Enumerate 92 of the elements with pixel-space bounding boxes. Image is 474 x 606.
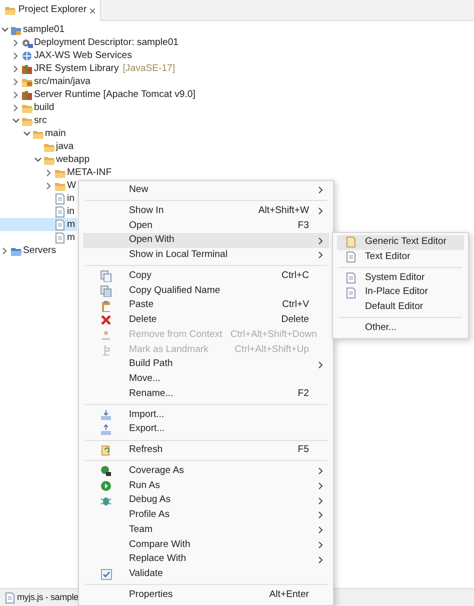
- menu-item[interactable]: Move...: [83, 372, 329, 387]
- menu-item[interactable]: New: [83, 183, 329, 198]
- tree-item[interactable]: build: [0, 101, 56, 114]
- menu-item[interactable]: Compare With: [83, 538, 329, 552]
- tree-item[interactable]: Server Runtime [Apache Tomcat v9.0]: [0, 88, 198, 101]
- tree-item[interactable]: java: [0, 140, 76, 153]
- checkbox-icon: [100, 568, 112, 580]
- import-icon: [100, 408, 112, 421]
- tree-item[interactable]: Servers: [0, 244, 58, 257]
- shortcut-text: F2: [298, 386, 309, 401]
- tree-item[interactable]: in: [0, 205, 76, 218]
- menu-item[interactable]: In-Place Editor: [337, 285, 464, 300]
- menu-item[interactable]: Text Editor: [337, 250, 464, 264]
- delete-icon: [100, 314, 112, 326]
- file-icon: [345, 251, 357, 264]
- tree-item[interactable]: sample01: [0, 23, 67, 36]
- books-icon: [21, 88, 33, 100]
- clipboard-icon: [100, 300, 112, 312]
- collapse-icon: [34, 156, 42, 162]
- copy-icon: [100, 270, 112, 282]
- bug-icon: [100, 494, 112, 507]
- menu-item[interactable]: Refresh F5: [83, 443, 329, 458]
- tree-item[interactable]: JAX-WS Web Services: [0, 49, 134, 62]
- file-icon: [54, 218, 66, 230]
- menu-item[interactable]: Copy Ctrl+C: [83, 268, 329, 284]
- menu-item[interactable]: Default Editor: [337, 300, 464, 315]
- remove-icon: [100, 329, 112, 342]
- tree-item[interactable]: m: [0, 218, 77, 231]
- menu-item[interactable]: Import...: [83, 408, 329, 422]
- menu-item[interactable]: Open With: [83, 233, 329, 248]
- menu-item[interactable]: Show in Local Terminal: [83, 248, 329, 263]
- menu-item[interactable]: Replace With: [83, 552, 329, 567]
- copy-icon: [100, 284, 112, 297]
- export-icon: [100, 424, 112, 436]
- run-icon: [100, 480, 112, 492]
- tree-item[interactable]: src/main/java: [0, 75, 93, 88]
- menu-item[interactable]: Coverage As: [83, 464, 329, 478]
- tree-item[interactable]: m: [0, 231, 77, 244]
- globe-icon: [21, 50, 33, 62]
- close-button[interactable]: ×: [89, 2, 96, 20]
- status-text: myjs.js - sample: [17, 591, 78, 604]
- file-icon: [345, 286, 357, 299]
- shortcut-text: Alt+Shift+W: [258, 204, 309, 218]
- file-icon: [345, 236, 357, 248]
- library-version: [JavaSE-17]: [122, 62, 176, 75]
- shortcut-text: Delete: [281, 313, 309, 327]
- gear-icon: [21, 36, 33, 48]
- menu-item[interactable]: Paste Ctrl+V: [83, 298, 329, 313]
- menu-item[interactable]: Other...: [337, 320, 464, 336]
- landmark-icon: [100, 344, 112, 356]
- menu-item[interactable]: Rename... F2: [83, 386, 329, 402]
- view-tab[interactable]: Project Explorer ×: [0, 0, 102, 21]
- refresh-icon: [100, 444, 112, 456]
- menu-item[interactable]: Debug As: [83, 493, 329, 508]
- tree-item[interactable]: in: [0, 192, 76, 205]
- shortcut-text: Ctrl+Alt+Shift+Down: [230, 328, 317, 342]
- menu-item[interactable]: System Editor: [337, 270, 464, 286]
- tree-item[interactable]: META-INF: [0, 166, 114, 179]
- menu-item[interactable]: Copy Qualified Name: [83, 284, 329, 298]
- file-icon: [4, 592, 16, 604]
- books-icon: [21, 62, 33, 74]
- menu-item[interactable]: Validate: [83, 567, 329, 582]
- file-icon: [54, 206, 66, 218]
- shortcut-text: Alt+Enter: [269, 588, 309, 602]
- menu-item[interactable]: Build Path: [83, 357, 329, 372]
- expand-icon: [2, 246, 8, 254]
- tree-item[interactable]: W: [0, 179, 78, 192]
- tree-item[interactable]: JRE System Library [JavaSE-17]: [0, 62, 178, 75]
- menu-item[interactable]: Export...: [83, 422, 329, 437]
- shortcut-text: F3: [298, 218, 309, 232]
- file-icon: [54, 232, 66, 244]
- menu-item[interactable]: Team: [83, 522, 329, 538]
- file-icon: [54, 192, 66, 204]
- menu-item[interactable]: Generic Text Editor: [337, 235, 464, 250]
- tree-item[interactable]: src: [0, 114, 49, 127]
- menu-item[interactable]: Show In Alt+Shift+W: [83, 204, 329, 218]
- file-icon: [345, 272, 357, 284]
- menu-item[interactable]: Profile As: [83, 508, 329, 523]
- shortcut-text: F5: [298, 443, 309, 457]
- shortcut-text: Ctrl+V: [282, 298, 309, 312]
- tree-item[interactable]: main: [0, 127, 68, 140]
- shortcut-text: Ctrl+Alt+Shift+Up: [234, 342, 309, 356]
- collapse-icon: [1, 26, 9, 32]
- menu-item[interactable]: Delete Delete: [83, 313, 329, 328]
- tab-title: Project Explorer: [18, 3, 87, 18]
- menu-item[interactable]: Open F3: [83, 218, 329, 234]
- menu-item[interactable]: Run As: [83, 478, 329, 494]
- shortcut-text: Ctrl+C: [282, 268, 309, 283]
- menu-item[interactable]: Properties Alt+Enter: [83, 588, 329, 602]
- tree-item[interactable]: Deployment Descriptor: sample01: [0, 36, 181, 49]
- coverage-icon: [100, 465, 112, 478]
- tree-item[interactable]: webapp: [0, 153, 92, 166]
